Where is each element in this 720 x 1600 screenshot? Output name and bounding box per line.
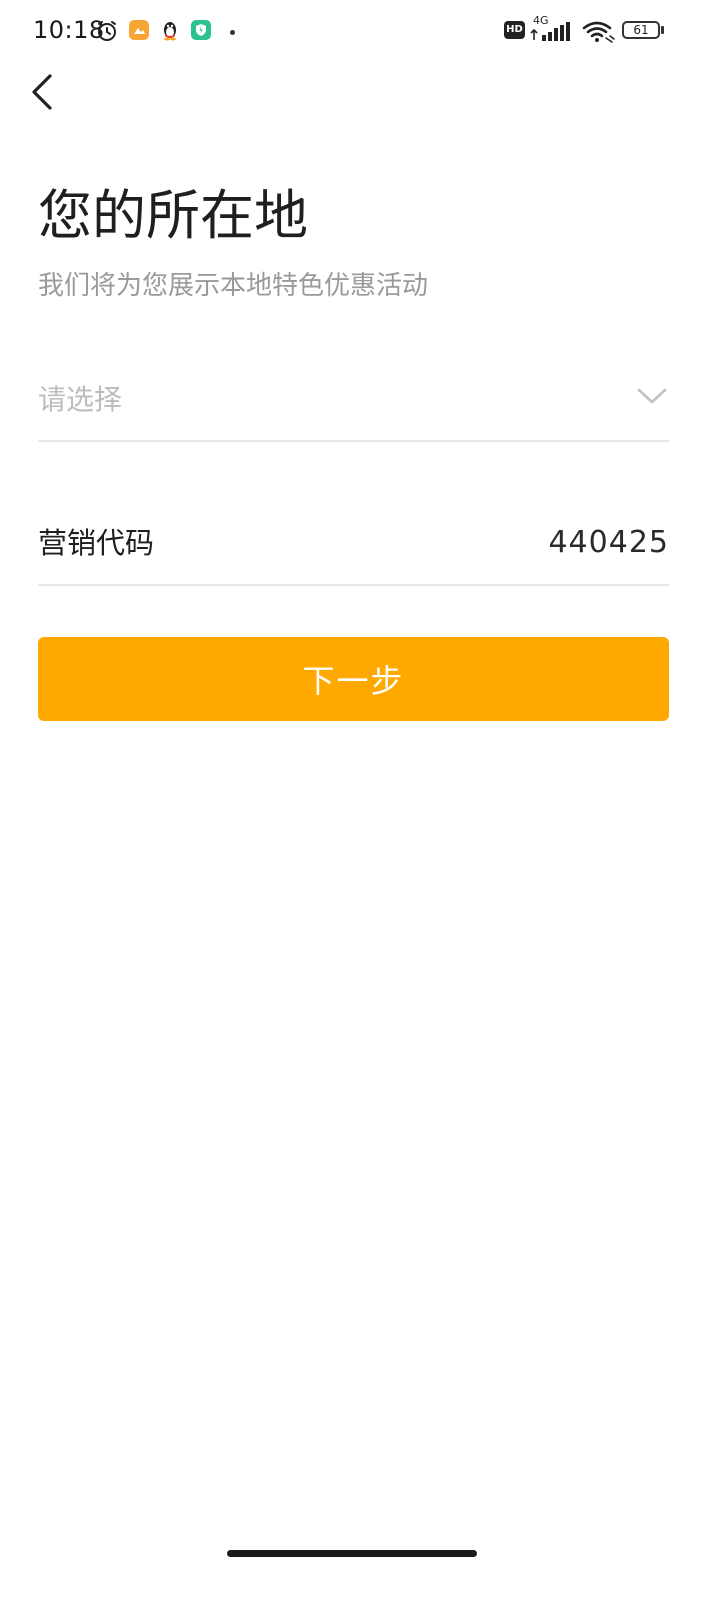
- hd-label: HD: [506, 24, 523, 35]
- location-select-placeholder: 请选择: [38, 383, 123, 416]
- battery-icon: 61: [622, 21, 660, 39]
- page-subtitle: 我们将为您展示本地特色优惠活动: [38, 271, 429, 301]
- marketing-code-value: 440425: [548, 525, 669, 560]
- battery-level: 61: [633, 23, 649, 37]
- home-indicator[interactable]: [227, 1550, 477, 1557]
- chevron-down-icon: [637, 388, 667, 404]
- alarm-icon: [98, 21, 116, 41]
- marketing-code-label: 营销代码: [38, 526, 155, 560]
- hd-badge: HD: [504, 21, 525, 39]
- security-shield-icon: [191, 20, 211, 40]
- marketing-code-row: 营销代码 440425: [38, 508, 669, 586]
- gallery-app-icon: [129, 20, 149, 40]
- signal-strength-icon: [530, 22, 570, 41]
- battery-tip: [661, 26, 664, 34]
- status-bar: 10:18 HD 4G 61: [0, 0, 720, 64]
- back-button[interactable]: [24, 70, 64, 114]
- page-title: 您的所在地: [38, 184, 308, 247]
- chevron-left-icon: [32, 74, 52, 110]
- wifi-icon: [582, 21, 615, 43]
- status-time: 10:18: [33, 16, 105, 44]
- notification-dot: [230, 30, 235, 35]
- next-step-button[interactable]: 下一步: [38, 637, 669, 721]
- qq-penguin-icon: [164, 22, 176, 41]
- location-select[interactable]: 请选择: [38, 364, 669, 442]
